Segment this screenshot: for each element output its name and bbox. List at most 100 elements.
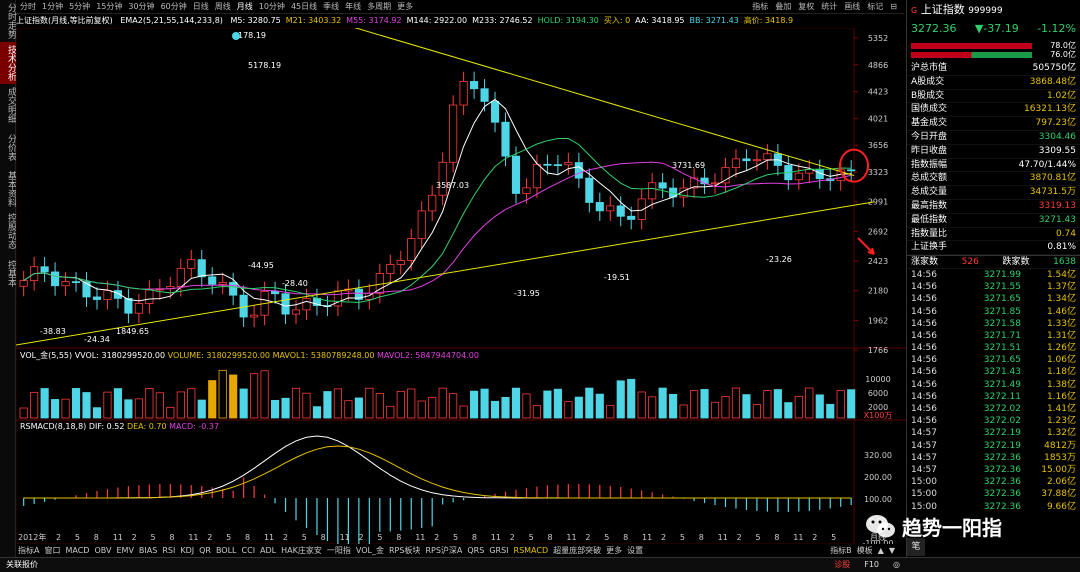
- tool-button-4[interactable]: 画线: [844, 0, 860, 14]
- tick-list[interactable]: 14:56 3271.99 1.54亿 14:56 3271.55 1.37亿 14:56 3…: [907, 269, 1080, 513]
- indicator-tab-22[interactable]: 设置: [627, 546, 643, 555]
- period-tab-3[interactable]: 15分钟: [96, 0, 122, 14]
- price-annotation: -38.83: [40, 327, 66, 336]
- volume-bar: [470, 390, 479, 419]
- bottom-right-0[interactable]: 指标B: [830, 546, 852, 555]
- x-axis-label: 8: [699, 533, 704, 542]
- quote-row-5: 今日开盘 3304.46: [907, 131, 1080, 145]
- tool-button-2[interactable]: 复权: [798, 0, 814, 14]
- x-axis-label: 11: [340, 533, 350, 542]
- indicator-tab-1[interactable]: 窗口: [44, 546, 60, 555]
- indicator-tab-0[interactable]: 指标A: [18, 546, 39, 555]
- indicator-tab-18[interactable]: GRSI: [489, 546, 508, 555]
- volume-bar: [155, 392, 164, 419]
- candle-body: [648, 182, 657, 200]
- volume-bar: [270, 399, 280, 419]
- indicator-tab-6[interactable]: RSI: [162, 546, 175, 555]
- period-tab-0[interactable]: 分时: [20, 0, 36, 14]
- period-tab-6[interactable]: 日线: [193, 0, 209, 14]
- x-axis-label: 5: [151, 533, 156, 542]
- volume-bar: [396, 390, 405, 419]
- chart-area[interactable]: 5352486644234021365633232991269224232180…: [16, 28, 906, 544]
- period-tab-13[interactable]: 多周期: [367, 0, 391, 14]
- sidebar-tab-2[interactable]: 成交明细: [0, 84, 16, 126]
- period-tab-7[interactable]: 周线: [215, 0, 231, 14]
- candle-body: [40, 266, 49, 273]
- indicator-tab-15[interactable]: RPS板块: [389, 546, 420, 555]
- indicator-tab-2[interactable]: MACD: [65, 546, 89, 555]
- indicator-tab-13[interactable]: 一阳指: [327, 546, 351, 555]
- status-left[interactable]: 关联报价: [6, 558, 38, 572]
- period-tab-9[interactable]: 10分钟: [259, 0, 285, 14]
- tool-button-1[interactable]: 叠加: [775, 0, 791, 14]
- volume-bar: [312, 406, 322, 419]
- indicator-tab-11[interactable]: ADL: [260, 546, 276, 555]
- volume-bar: [260, 370, 269, 419]
- volume-bars: [19, 369, 856, 419]
- indicator-tab-20[interactable]: 超量庞部突破: [553, 546, 601, 555]
- indicator-tab-10[interactable]: CCI: [242, 546, 256, 555]
- indicator-tab-3[interactable]: OBV: [94, 546, 111, 555]
- volume-bar: [637, 391, 646, 419]
- price-tick-label: 4423: [868, 88, 888, 97]
- indicator-tab-4[interactable]: EMV: [116, 546, 133, 555]
- candle-body: [742, 158, 751, 162]
- up-label: 涨家数: [911, 257, 939, 268]
- status-item-1[interactable]: F10: [864, 560, 879, 569]
- tick-price: 3272.02: [983, 416, 1021, 427]
- header-value-5: HOLD: 3194.30: [537, 16, 599, 25]
- x-axis-label: 11: [718, 533, 728, 542]
- quote-price: 3272.36: [911, 22, 957, 35]
- indicator-tab-9[interactable]: BOLL: [216, 546, 237, 555]
- bottom-right-2[interactable]: ▲: [878, 546, 884, 555]
- indicator-tab-8[interactable]: QR: [199, 546, 211, 555]
- tool-button-6[interactable]: ⊟: [890, 0, 897, 14]
- quote-row-value: 0.74: [1055, 228, 1076, 239]
- tick-price: 3271.65: [983, 355, 1021, 366]
- period-tab-2[interactable]: 5分钟: [69, 0, 90, 14]
- period-tab-11[interactable]: 季线: [323, 0, 339, 14]
- tool-button-3[interactable]: 统计: [821, 0, 837, 14]
- quote-row-value: 0.81%: [1047, 242, 1076, 253]
- volume-bar: [480, 388, 489, 419]
- volume-bar: [532, 405, 542, 419]
- period-tab-12[interactable]: 年线: [345, 0, 361, 14]
- wechat-icon: [866, 515, 895, 538]
- indicator-tab-14[interactable]: VOL_金: [356, 546, 384, 555]
- indicator-tab-21[interactable]: 更多: [606, 546, 622, 555]
- period-tab-5[interactable]: 60分钟: [161, 0, 187, 14]
- indicator-tab-5[interactable]: BIAS: [139, 546, 157, 555]
- tool-button-0[interactable]: 指标: [752, 0, 768, 14]
- indicator-tab-17[interactable]: QRS: [467, 546, 484, 555]
- sidebar-tab-5[interactable]: 控股动态: [0, 210, 16, 252]
- macd-axis-label: 320.00: [864, 451, 892, 460]
- quote-row-key: 指数振幅: [911, 159, 948, 170]
- period-tab-1[interactable]: 1分钟: [42, 0, 63, 14]
- tool-button-5[interactable]: 标记: [867, 0, 883, 14]
- indicator-tab-12[interactable]: HAK庄家安: [281, 546, 322, 555]
- period-tab-8[interactable]: 月线: [237, 0, 253, 14]
- indicator-tab-7[interactable]: KDJ: [180, 546, 194, 555]
- period-tab-4[interactable]: 30分钟: [128, 0, 154, 14]
- bottom-right-3[interactable]: ▼: [889, 546, 895, 555]
- indicator-tab-16[interactable]: RPS沪深A: [425, 546, 462, 555]
- sidebar-tab-6[interactable]: 控基本: [0, 252, 16, 294]
- volume-bar: [648, 396, 657, 419]
- status-item-0[interactable]: 诊股: [834, 560, 850, 569]
- sell-bar: [911, 51, 1032, 58]
- sidebar-tab-4[interactable]: 基本资料: [0, 168, 16, 210]
- volume-bar: [30, 391, 39, 419]
- sidebar-tab-3[interactable]: 分价表: [0, 126, 16, 168]
- price-annotation: -19.51: [604, 273, 630, 282]
- period-tab-14[interactable]: 更多: [397, 0, 413, 14]
- indicator-tab-19[interactable]: RSMACD: [514, 546, 549, 555]
- sidebar-tab-1[interactable]: 技术分析: [0, 42, 16, 84]
- status-item-2[interactable]: ◎: [893, 560, 900, 569]
- vvol-label: VVOL: 3180299520.00: [74, 351, 166, 360]
- sidebar-tab-0[interactable]: 分时走势: [0, 0, 16, 42]
- volume-bar: [606, 404, 615, 419]
- x-axis-label: 5: [226, 533, 231, 542]
- bottom-right-1[interactable]: 模板: [857, 546, 873, 555]
- period-tab-10[interactable]: 45日线: [291, 0, 317, 14]
- candle-body: [490, 101, 500, 123]
